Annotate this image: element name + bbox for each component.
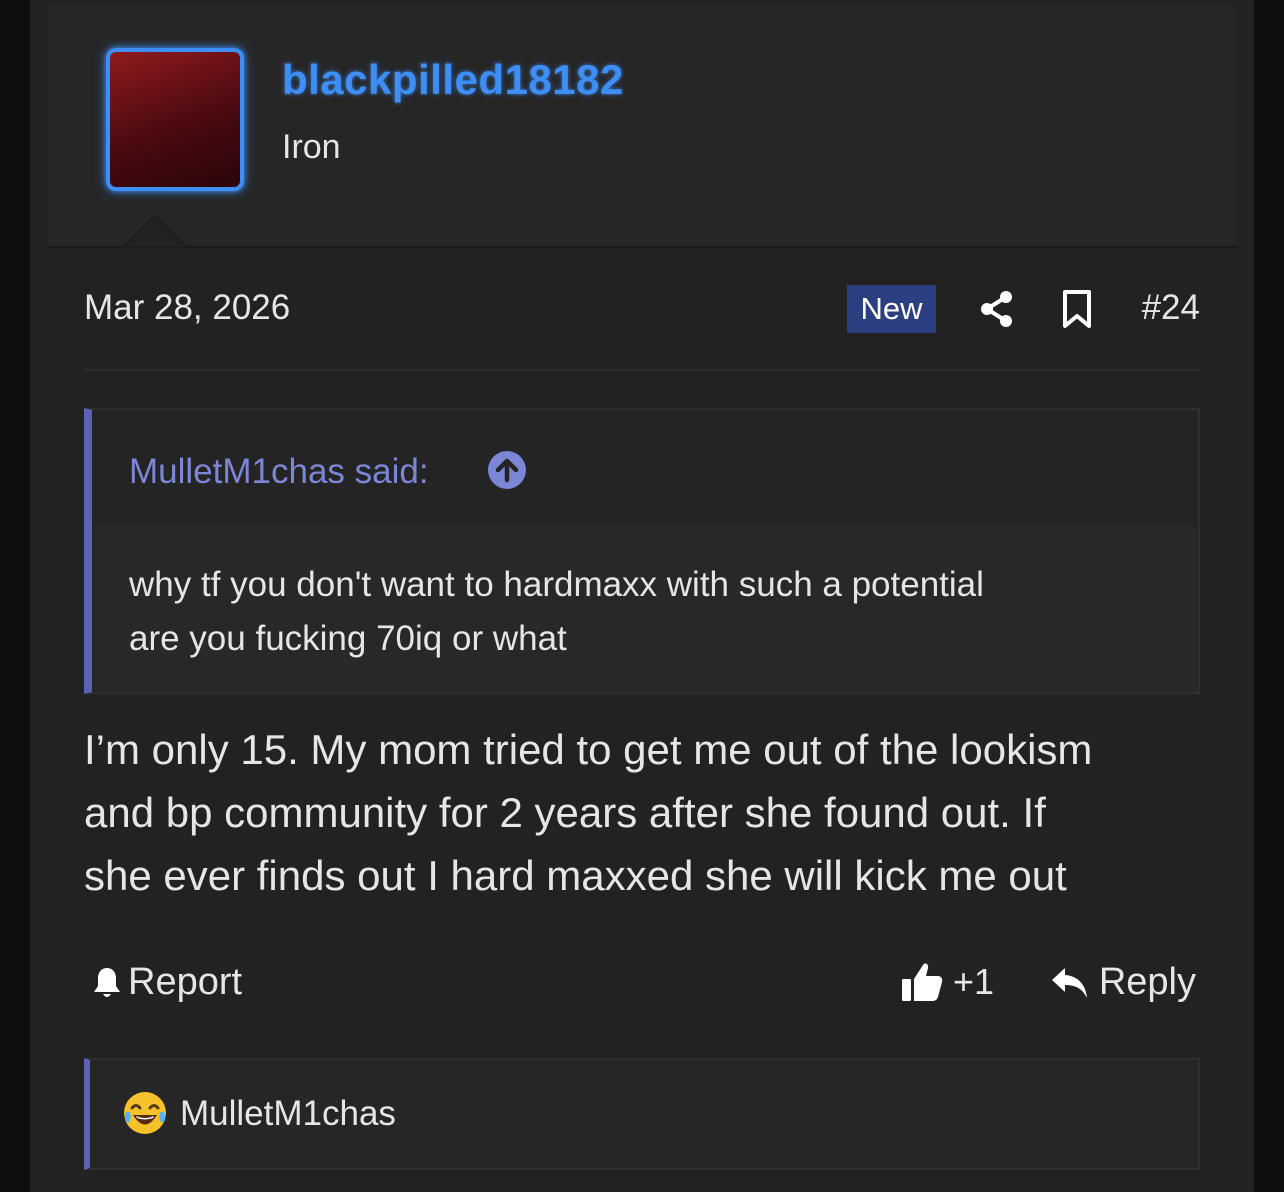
user-header: blackpilled18182 Iron	[48, 6, 1236, 248]
share-icon[interactable]	[980, 289, 1014, 329]
new-badge: New	[847, 285, 936, 333]
report-label: Report	[128, 961, 243, 1003]
message-line: she ever finds out I hard maxxed she wil…	[84, 852, 1067, 899]
quote-block: MulletM1chas said: why tf you don't want…	[84, 408, 1200, 694]
header-pointer-fill	[124, 216, 186, 247]
reply-arrow-icon	[1051, 967, 1087, 998]
thumbs-up-icon	[902, 963, 943, 1001]
reactions-bar[interactable]: MulletM1chas	[84, 1058, 1200, 1170]
laughing-tears-emoji-icon	[124, 1092, 166, 1134]
message-line: and bp community for 2 years after she f…	[84, 789, 1046, 836]
quote-author[interactable]: MulletM1chas said:	[129, 452, 429, 492]
quote-header: MulletM1chas said:	[92, 410, 1198, 526]
user-title: Iron	[282, 128, 341, 166]
bookmark-icon[interactable]	[1060, 289, 1094, 329]
post-container: blackpilled18182 Iron Mar 28, 2026 New #…	[30, 0, 1254, 1192]
quote-line: are you fucking 70iq or what	[129, 619, 567, 658]
reaction-user-link[interactable]: MulletM1chas	[180, 1094, 396, 1134]
reply-button[interactable]: Reply	[1051, 961, 1196, 1004]
like-button[interactable]: +1	[901, 961, 994, 1003]
post-number-link[interactable]: #24	[1142, 288, 1200, 328]
message-line: I’m only 15. My mom tried to get me out …	[84, 726, 1093, 773]
reply-label: Reply	[1098, 961, 1196, 1003]
report-button[interactable]: Report	[92, 961, 242, 1004]
quote-text: why tf you don't want to hardmaxx with s…	[129, 558, 1169, 666]
post-date[interactable]: Mar 28, 2026	[84, 288, 290, 328]
bell-icon	[94, 967, 120, 997]
quote-line: why tf you don't want to hardmaxx with s…	[129, 565, 984, 604]
like-count: +1	[953, 961, 995, 1002]
divider	[84, 369, 1200, 371]
post-meta: Mar 28, 2026 New #24	[84, 280, 1200, 340]
avatar[interactable]	[106, 48, 244, 191]
message-body: I’m only 15. My mom tried to get me out …	[84, 718, 1200, 907]
arrow-up-circle-icon[interactable]	[487, 450, 527, 490]
post-actions: Report +1 Reply	[84, 955, 1200, 1015]
username-link[interactable]: blackpilled18182	[282, 56, 624, 104]
